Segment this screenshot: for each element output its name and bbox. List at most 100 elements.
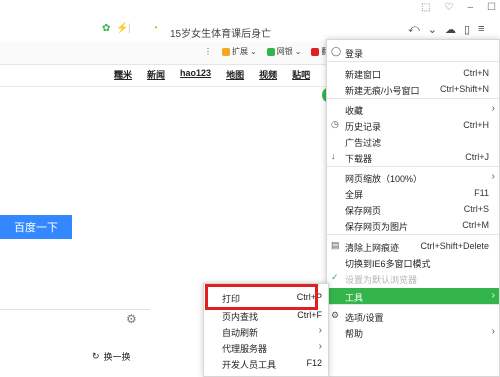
menu-item-label: 网页缩放（100%）: [345, 174, 423, 184]
menu-item-label: 广告过滤: [345, 138, 382, 148]
menu-icon[interactable]: ≡: [478, 23, 484, 36]
extension-items: ⋮ 扩展⌄ 网银⌄ 翻: [204, 46, 329, 57]
menu-item-label: 设置为默认浏览器: [345, 275, 418, 285]
nav-link-news[interactable]: 新闻: [147, 68, 165, 81]
translate-icon: [311, 47, 320, 56]
menu-item-label: 保存网页: [345, 206, 382, 216]
menu-item-label: 帮助: [345, 329, 364, 339]
menu-item[interactable]: 帮助 ›: [327, 324, 499, 340]
menu-separator: [327, 166, 499, 167]
chevron-right-icon: ›: [491, 326, 495, 337]
menu-item-shortcut: Ctrl+Shift+N: [439, 84, 489, 94]
menu-separator: [327, 98, 499, 99]
menu-item[interactable]: 工具 ›: [327, 288, 499, 304]
nav-link-nuomi[interactable]: 糯米: [114, 68, 132, 81]
nav-link-hao123[interactable]: hao123: [180, 68, 211, 81]
submenu-item-shortcut: Ctrl+F: [297, 310, 322, 320]
menu-item-label: 清除上网痕迹: [345, 243, 400, 253]
window-controls: ⬚ ♡ – ☐: [421, 2, 496, 13]
bank-icon: [266, 47, 275, 56]
menu-item[interactable]: 广告过滤: [327, 133, 499, 149]
menu-item[interactable]: 网页缩放（100%） ›: [327, 169, 499, 185]
right-toolbar: ⤺ ⌄ ☁ ▯ ≡: [408, 23, 484, 36]
address-text[interactable]: 15岁女生体育课后身亡: [170, 25, 271, 40]
menu-item[interactable]: 切换到IE6多窗口模式: [327, 254, 499, 270]
chevron-right-icon: ›: [318, 341, 322, 352]
menu-item-label: 新建窗口: [345, 70, 382, 80]
ext-menu-icon[interactable]: ⋮: [204, 47, 212, 56]
menu-item[interactable]: 保存网页 Ctrl+S: [327, 201, 499, 217]
gear-icon: ⚙: [331, 310, 340, 320]
extension-icon: [222, 47, 230, 56]
extension-button[interactable]: 扩展 ⌄: [222, 46, 257, 57]
lightning-icon: ⚡: [116, 23, 129, 34]
menu-item-shortcut: Ctrl+S: [463, 204, 489, 214]
nav-link-map[interactable]: 地图: [226, 68, 244, 81]
menu-item-shortcut: Ctrl+N: [463, 68, 489, 78]
submenu-item-shortcut: F12: [306, 358, 322, 368]
menu-item[interactable]: 收藏 ›: [327, 101, 499, 117]
trash-icon: ▤: [331, 240, 340, 250]
submenu-item[interactable]: 自动刷新 ›: [204, 323, 328, 339]
phone-icon[interactable]: ▯: [464, 23, 470, 36]
menu-item-label: 历史记录: [345, 122, 382, 132]
menu-item-shortcut: Ctrl+M: [462, 220, 489, 230]
dropdown-icon[interactable]: ⌄: [428, 23, 437, 36]
submenu-item-label: 开发人员工具: [222, 360, 277, 370]
divider: |: [128, 23, 131, 34]
menu-item[interactable]: ◷ 历史记录 Ctrl+H: [327, 117, 499, 133]
menu-item-label: 保存网页为图片: [345, 222, 409, 232]
menu-item-label: 选项/设置: [345, 313, 384, 323]
divider: [0, 86, 330, 87]
favorite-icon[interactable]: ♡: [445, 2, 454, 13]
clock-icon: ◷: [331, 119, 339, 129]
submenu-item-label: 代理服务器: [222, 344, 268, 354]
skin-icon[interactable]: ⬚: [421, 2, 430, 13]
menu-item-label: 新建无痕/小号窗口: [345, 86, 420, 96]
menu-item-label: 登录: [345, 49, 364, 59]
chevron-right-icon: ›: [491, 103, 495, 114]
menu-item-shortcut: Ctrl+Shift+Delete: [420, 241, 489, 251]
menu-separator: [327, 304, 499, 305]
menu-item-label: 切换到IE6多窗口模式: [345, 259, 431, 269]
maximize-button[interactable]: ☐: [487, 2, 496, 13]
menu-item[interactable]: ⚙ 选项/设置: [327, 308, 499, 324]
nav-link-video[interactable]: 视频: [259, 68, 277, 81]
menu-item-shortcut: Ctrl+J: [465, 152, 489, 162]
gear-icon[interactable]: ⚙: [126, 312, 140, 326]
minimize-button[interactable]: –: [467, 2, 473, 13]
menu-item[interactable]: 新建窗口 Ctrl+N: [327, 65, 499, 81]
submenu-item[interactable]: 代理服务器 ›: [204, 339, 328, 355]
menu-separator: [327, 234, 499, 235]
bank-label: 网银: [276, 47, 293, 56]
bank-button[interactable]: 网银 ⌄: [266, 46, 301, 57]
menu-item[interactable]: ↓ 下载器 Ctrl+J: [327, 149, 499, 165]
title-bar: ⬚ ♡ – ☐: [0, 0, 500, 18]
extension-label: 扩展: [232, 47, 248, 56]
undo-icon[interactable]: ⤺: [408, 23, 420, 36]
menu-item[interactable]: 保存网页为图片 Ctrl+M: [327, 217, 499, 233]
menu-item[interactable]: ▤ 清除上网痕迹 Ctrl+Shift+Delete: [327, 238, 499, 254]
search-button[interactable]: 百度一下: [0, 215, 72, 239]
nav-link-tieba[interactable]: 贴吧: [292, 68, 310, 81]
menu-item-label: 全屏: [345, 190, 364, 200]
user-icon: ◯: [331, 46, 342, 56]
main-menu: ◯ 登录新建窗口 Ctrl+N 新建无痕/小号窗口 Ctrl+Shift+N 收藏 › ◷ 历史…: [326, 39, 500, 377]
cloud-icon[interactable]: ☁: [445, 23, 456, 36]
menu-item-label: 下载器: [345, 154, 373, 164]
submenu-item[interactable]: 开发人员工具 F12: [204, 355, 328, 371]
menu-item[interactable]: ◯ 登录: [327, 44, 499, 60]
chevron-right-icon: ›: [491, 290, 495, 301]
settings-gear-icon: ✿: [102, 23, 111, 34]
menu-item-shortcut: Ctrl+H: [463, 120, 489, 130]
highlight-annotation: [205, 284, 318, 310]
nav-links: 糯米 新闻 hao123 地图 视频 贴吧: [114, 68, 310, 81]
menu-item[interactable]: 新建无痕/小号窗口 Ctrl+Shift+N: [327, 81, 499, 97]
refresh-icon: ↻: [92, 351, 100, 361]
refresh-button[interactable]: ↻ 换一换: [92, 350, 131, 363]
refresh-label: 换一换: [103, 352, 131, 362]
menu-item: ✓ 设置为默认浏览器: [327, 270, 499, 286]
chevron-right-icon: ›: [318, 325, 322, 336]
menu-item-label: 工具: [345, 293, 364, 303]
menu-item[interactable]: 全屏 F11: [327, 185, 499, 201]
